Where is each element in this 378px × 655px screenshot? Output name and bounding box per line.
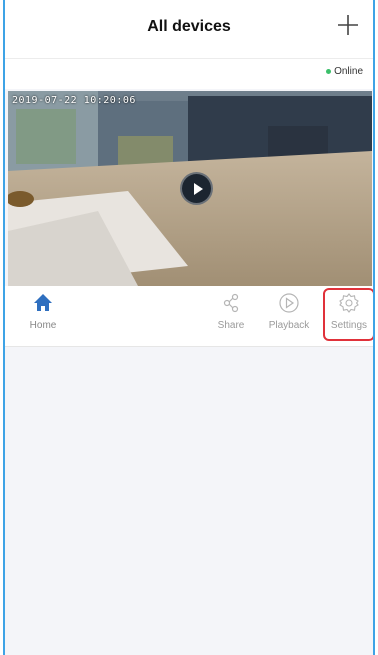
share-icon xyxy=(223,293,239,313)
status-label: Online xyxy=(334,66,363,77)
online-dot-icon xyxy=(326,69,332,74)
toolbar-playback-label: Playback xyxy=(268,320,310,331)
app-frame: All devices Online 2019-07-22 10:20:06 H… xyxy=(3,0,375,655)
toolbar-settings[interactable]: Settings xyxy=(321,292,373,340)
camera-preview[interactable]: 2019-07-22 10:20:06 xyxy=(8,91,372,286)
device-toolbar: Home Share Playback Settings xyxy=(5,286,373,347)
plus-icon[interactable] xyxy=(337,14,359,36)
device-status-row: Online xyxy=(5,59,373,89)
gear-icon xyxy=(339,293,359,313)
toolbar-home-label: Home xyxy=(29,320,57,331)
home-icon xyxy=(34,294,52,311)
playback-icon xyxy=(279,293,299,313)
toolbar-playback[interactable]: Playback xyxy=(261,292,317,340)
status-badge: Online xyxy=(326,66,363,77)
page-title: All devices xyxy=(147,18,231,35)
toolbar-settings-label: Settings xyxy=(330,320,368,331)
play-button[interactable] xyxy=(180,172,213,205)
video-timestamp: 2019-07-22 10:20:06 xyxy=(12,95,136,106)
toolbar-share[interactable]: Share xyxy=(203,292,259,340)
toolbar-home[interactable]: Home xyxy=(15,292,71,340)
play-icon xyxy=(194,183,203,195)
header: All devices xyxy=(5,0,373,59)
toolbar-share-label: Share xyxy=(217,320,245,331)
